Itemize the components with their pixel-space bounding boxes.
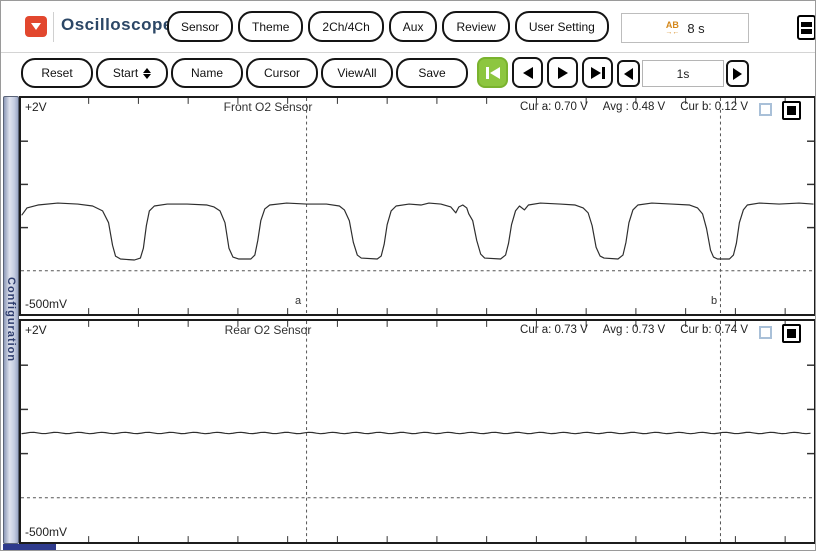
aux-button[interactable]: Aux <box>389 11 438 42</box>
sidebar-scroll-bar[interactable] <box>3 544 56 550</box>
ab-time-value: 8 s <box>687 21 704 36</box>
front-o2-waveform <box>21 98 814 314</box>
skip-bar-icon <box>602 67 605 79</box>
panel2-cursor-b-value: Cur b: 0.74 V <box>680 324 748 336</box>
cursor-a-label[interactable]: a <box>295 295 301 307</box>
step-back-button[interactable] <box>512 57 543 88</box>
panel1-channel-indicator[interactable] <box>782 101 801 120</box>
theme-button[interactable]: Theme <box>238 11 303 42</box>
top-toolbar: Oscilloscope Sensor Theme 2Ch/4Ch Aux Re… <box>1 1 815 53</box>
name-button[interactable]: Name <box>171 58 243 88</box>
timebase-value[interactable]: 1s <box>642 60 724 87</box>
panel2-channel-indicator[interactable] <box>782 324 801 343</box>
menu-bar-icon <box>801 29 812 34</box>
timebase-stepper: 1s <box>617 60 749 87</box>
configuration-tab[interactable]: Configuration <box>3 96 19 544</box>
playback-controls <box>477 57 613 88</box>
panel1-top-voltage-label: +2V <box>25 100 47 114</box>
panel2-checkbox[interactable] <box>759 326 772 339</box>
top-button-strip: Sensor Theme 2Ch/4Ch Aux Review User Set… <box>167 11 609 42</box>
menu-bar-icon <box>801 22 812 27</box>
review-button[interactable]: Review <box>442 11 509 42</box>
reset-button[interactable]: Reset <box>21 58 93 88</box>
step-back-icon <box>523 67 533 79</box>
panel2-top-voltage-label: +2V <box>25 323 47 337</box>
right-triangle-icon <box>733 68 742 80</box>
filled-square-icon <box>787 329 796 338</box>
start-label: Start <box>113 66 138 80</box>
panel2-bottom-voltage-label: -500mV <box>25 525 67 539</box>
save-button[interactable]: Save <box>396 58 468 88</box>
app-dropdown-icon[interactable] <box>25 16 47 37</box>
panel1-cursor-a-value: Cur a: 0.70 V <box>520 101 588 113</box>
filled-square-icon <box>787 106 796 115</box>
panel2-cursor-a-value: Cur a: 0.73 V <box>520 324 588 336</box>
viewall-button[interactable]: ViewAll <box>321 58 393 88</box>
skip-start-button[interactable] <box>477 57 508 88</box>
menu-icon[interactable] <box>797 15 816 40</box>
start-button[interactable]: Start <box>96 58 168 88</box>
down-triangle-icon <box>31 23 41 30</box>
step-forward-button[interactable] <box>547 57 578 88</box>
panel1-avg-value: Avg : 0.48 V <box>603 101 665 113</box>
oscilloscope-window: Oscilloscope Sensor Theme 2Ch/4Ch Aux Re… <box>0 0 816 551</box>
cursor-button[interactable]: Cursor <box>246 58 318 88</box>
panel1-checkbox[interactable] <box>759 103 772 116</box>
panel1-cursor-b-value: Cur b: 0.12 V <box>680 101 748 113</box>
ab-time-display[interactable]: AB →← 8 s <box>621 13 749 43</box>
cursor-b-label[interactable]: b <box>711 295 717 307</box>
step-forward-icon <box>558 67 568 79</box>
configuration-tab-label: Configuration <box>5 277 17 362</box>
left-triangle-icon <box>624 68 633 80</box>
panel2-measurements: Cur a: 0.73 V Avg : 0.73 V Cur b: 0.74 V <box>520 324 748 336</box>
skip-start-icon <box>490 67 500 79</box>
rear-o2-panel: +2V Rear O2 Sensor Cur a: 0.73 V Avg : 0… <box>19 319 816 544</box>
channel-mode-button[interactable]: 2Ch/4Ch <box>308 11 383 42</box>
panel1-bottom-voltage-label: -500mV <box>25 297 67 311</box>
panel1-title: Front O2 Sensor <box>224 100 313 114</box>
second-toolbar: Reset Start Name Cursor ViewAll Save <box>1 53 815 94</box>
title-separator <box>53 12 54 42</box>
skip-end-button[interactable] <box>582 57 613 88</box>
ab-cursor-time-icon: AB →← <box>665 21 679 36</box>
timebase-increase-button[interactable] <box>726 60 749 87</box>
user-setting-button[interactable]: User Setting <box>515 11 609 42</box>
panel2-avg-value: Avg : 0.73 V <box>603 324 665 336</box>
start-spinner-icon <box>143 68 151 79</box>
sensor-button[interactable]: Sensor <box>167 11 233 42</box>
second-button-strip: Reset Start Name Cursor ViewAll Save <box>21 58 468 88</box>
rear-o2-waveform <box>21 321 814 542</box>
front-o2-panel: +2V Front O2 Sensor Cur a: 0.70 V Avg : … <box>19 96 816 316</box>
skip-end-icon <box>591 67 601 79</box>
panel1-measurements: Cur a: 0.70 V Avg : 0.48 V Cur b: 0.12 V <box>520 101 748 113</box>
timebase-decrease-button[interactable] <box>617 60 640 87</box>
skip-bar-icon <box>486 67 489 79</box>
app-title: Oscilloscope <box>61 15 173 35</box>
panel2-title: Rear O2 Sensor <box>225 323 312 337</box>
